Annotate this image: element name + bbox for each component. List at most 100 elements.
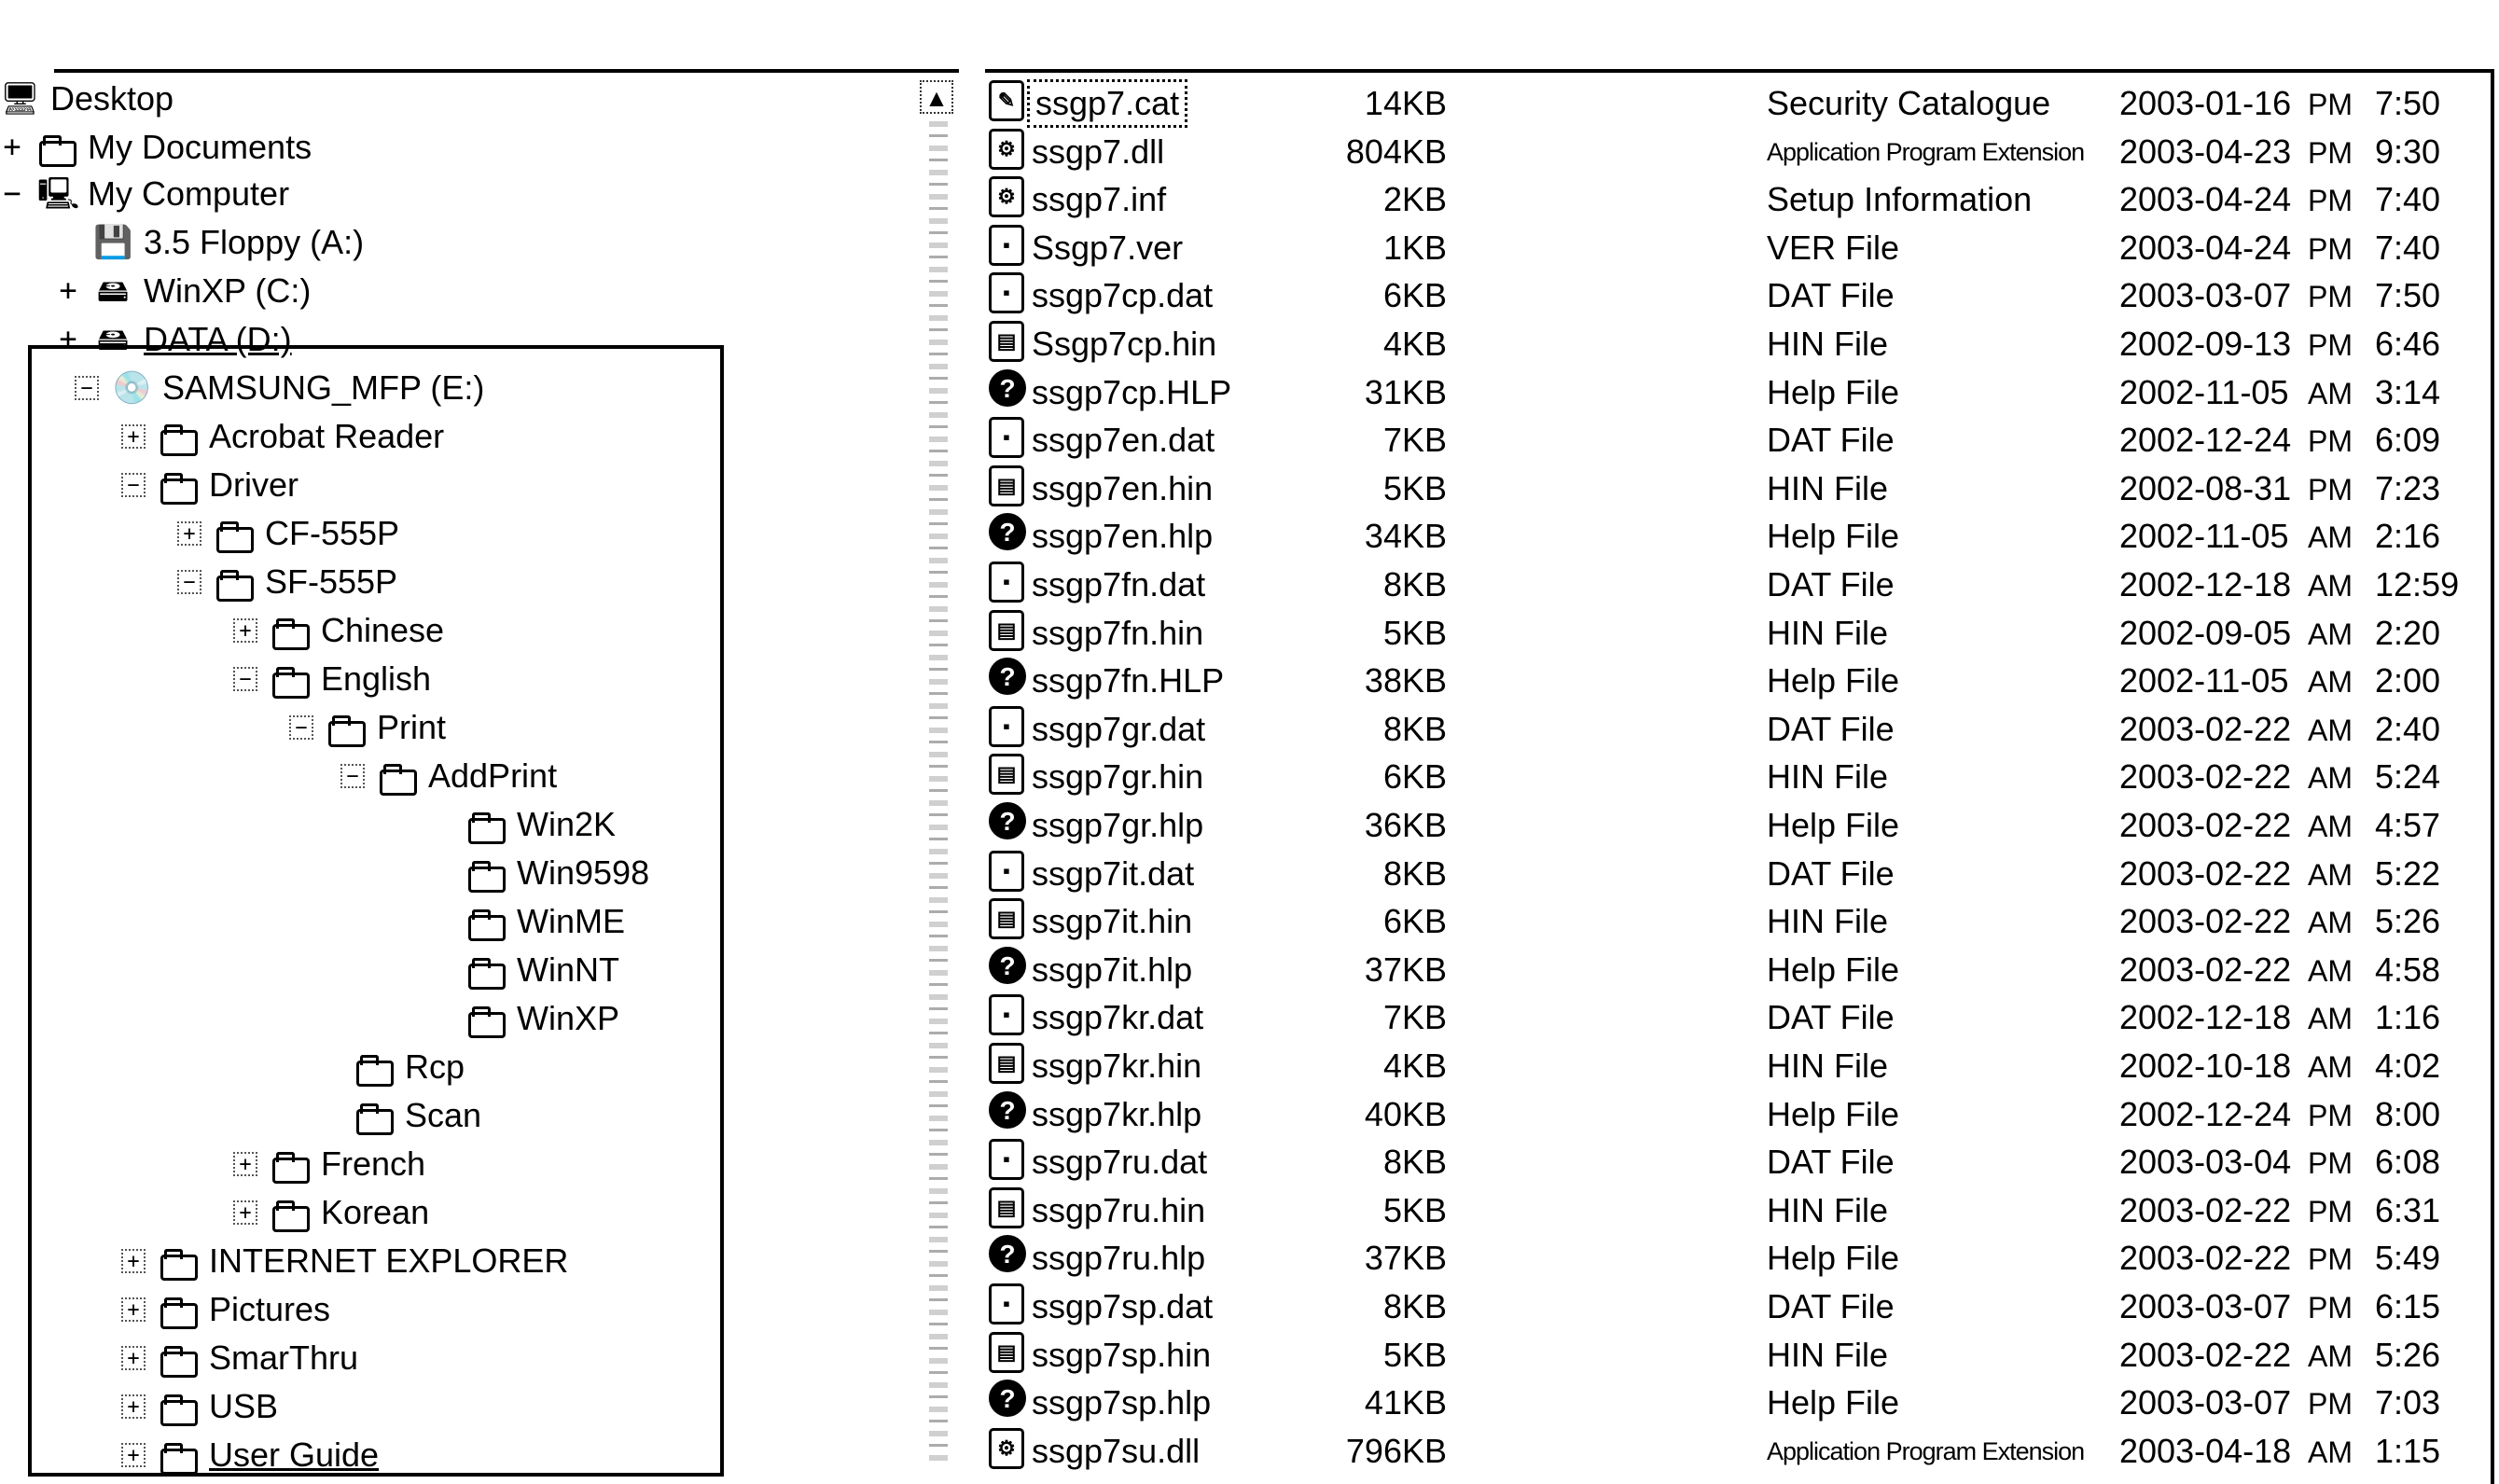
file-type: DAT File [1767, 1143, 1895, 1182]
file-row[interactable]: ▪ ssgp7ru.dat 8KB DAT File 2003-03-04 PM 6:08 [985, 1137, 2487, 1186]
file-row[interactable]: ▪ Ssgp7.ver 1KB VER File 2003-04-24 PM 7:40 [985, 223, 2487, 271]
file-ampm: AM [2308, 665, 2353, 700]
file-time: 7:50 [2375, 84, 2441, 122]
file-time: 4:57 [2375, 806, 2441, 844]
file-size: 5KB [1382, 613, 1447, 652]
file-name: ssgp7kr.hin [1032, 1047, 1202, 1085]
hin-file-icon: ▤ [989, 321, 1024, 362]
file-row[interactable]: ▪ ssgp7fn.dat 8KB DAT File 2002-12-18 AM 12:59 [985, 560, 2487, 608]
file-size: 6KB [1382, 276, 1447, 315]
file-ampm: PM [2308, 88, 2353, 121]
floppy-icon: 💾 [93, 225, 133, 260]
file-name: ssgp7kr.dat [1032, 998, 1204, 1037]
file-type: DAT File [1767, 709, 1895, 748]
file-row[interactable]: ⚙ ssgp7.dll 804KB Application Program Exten… [985, 127, 2487, 175]
tree-item[interactable]: + My Documents [0, 125, 312, 170]
file-name: ssgp7gr.hlp [1032, 806, 1204, 844]
file-date: 2003-03-07 [2119, 276, 2292, 315]
scroll-up-arrow-icon[interactable]: ▲ [920, 80, 953, 114]
file-time: 1:15 [2375, 1431, 2441, 1470]
file-row[interactable]: ▪ ssgp7kr.dat 7KB DAT File 2002-12-18 AM 1:16 [985, 992, 2487, 1041]
file-time: 6:46 [2375, 325, 2441, 363]
file-type: HIN File [1767, 1047, 1889, 1085]
generic-file-icon: ▪ [989, 705, 1024, 747]
generic-file-icon: ▪ [989, 1139, 1024, 1181]
file-row[interactable]: ⚙ ssgp7.inf 2KB Setup Information 2003-04-24… [985, 174, 2487, 223]
file-size: 2KB [1382, 180, 1447, 219]
file-time: 7:23 [2375, 468, 2441, 507]
file-type: HIN File [1767, 1190, 1889, 1229]
file-row[interactable]: ▤ ssgp7it.hin 6KB HIN File 2003-02-22 AM 5:26 [985, 896, 2487, 945]
file-size: 8KB [1382, 1143, 1447, 1182]
help-file-icon: ? [989, 946, 1026, 984]
collapse-toggle-icon[interactable]: − [0, 178, 24, 208]
generic-file-icon: ▪ [989, 272, 1024, 314]
file-row[interactable]: ▤ ssgp7sp.hin 5KB HIN File 2003-02-22 AM 5:26 [985, 1330, 2487, 1379]
file-row[interactable]: ▤ ssgp7en.hin 5KB HIN File 2002-08-31 PM 7:23 [985, 464, 2487, 512]
file-ampm: PM [2308, 1387, 2353, 1422]
file-row[interactable]: ? ssgp7ru.hlp 37KB Help File 2003-02-22 PM 5:4… [985, 1233, 2487, 1282]
tree-item[interactable]: − 🖳 My Computer [0, 172, 289, 216]
file-name: Ssgp7.ver [1032, 228, 1184, 267]
folder-icon [37, 132, 76, 167]
file-time: 1:16 [2375, 998, 2441, 1037]
file-size: 37KB [1364, 1239, 1447, 1278]
file-ampm: PM [2308, 1146, 2353, 1181]
file-time: 2:40 [2375, 709, 2441, 748]
file-size: 41KB [1364, 1383, 1447, 1422]
file-row[interactable]: ? ssgp7fn.HLP 38KB Help File 2002-11-05 AM 2:0… [985, 656, 2487, 704]
tree-item[interactable]: + 🖴 WinXP (C:) [56, 269, 311, 313]
tree-item[interactable]: 🖥 Desktop [0, 76, 174, 121]
file-name: ssgp7it.dat [1032, 853, 1195, 893]
file-ampm: AM [2308, 761, 2353, 796]
expand-toggle-icon[interactable]: + [56, 275, 80, 305]
file-type: Help File [1767, 1383, 1900, 1422]
file-type: Help File [1767, 517, 1900, 556]
file-name: ssgp7sp.dat [1032, 1287, 1214, 1325]
file-row[interactable]: ▪ ssgp7en.dat 7KB DAT File 2002-12-24 PM 6:09 [985, 415, 2487, 464]
file-row[interactable]: ▤ Ssgp7cp.hin 4KB HIN File 2002-09-13 PM 6:46 [985, 319, 2487, 368]
file-row[interactable]: ? ssgp7sp.hlp 41KB Help File 2003-03-07 PM 7:0… [985, 1378, 2487, 1426]
file-date: 2003-04-23 [2119, 132, 2292, 171]
file-date: 2003-02-22 [2119, 950, 2292, 989]
file-date: 2003-04-24 [2119, 180, 2292, 219]
file-row[interactable]: ? ssgp7kr.hlp 40KB Help File 2002-12-24 PM 8:0… [985, 1089, 2487, 1138]
file-name: ssgp7fn.dat [1032, 565, 1206, 603]
scroll-track[interactable] [929, 121, 948, 1464]
help-file-icon: ? [989, 1380, 1026, 1418]
file-row[interactable]: ? ssgp7en.hlp 34KB Help File 2002-11-05 AM 2:1… [985, 511, 2487, 560]
file-row[interactable]: ▪ ssgp7it.dat 8KB DAT File 2003-02-22 AM 5:22 [985, 849, 2487, 897]
catalog-file-icon: ✎ [989, 80, 1024, 121]
file-row[interactable]: ✎ ssgp7.cat 14KB Security Catalogue 2003-01-… [985, 78, 2487, 128]
file-size: 38KB [1364, 661, 1447, 700]
file-row[interactable]: ▪ ssgp7cp.dat 6KB DAT File 2003-03-07 PM 7:50 [985, 270, 2487, 319]
file-row[interactable]: ▤ ssgp7kr.hin 4KB HIN File 2002-10-18 AM 4:02 [985, 1041, 2487, 1089]
file-row[interactable]: ▤ ssgp7fn.hin 5KB HIN File 2002-09-05 AM 2:20 [985, 608, 2487, 657]
generic-file-icon: ▪ [989, 994, 1024, 1036]
file-row[interactable]: ⚙ ssgp7su.dll 796KB Application Program Ext… [985, 1426, 2487, 1475]
file-date: 2003-02-22 [2119, 1190, 2292, 1229]
file-name: ssgp7kr.hlp [1032, 1094, 1202, 1133]
file-row[interactable]: ? ssgp7it.hlp 37KB Help File 2003-02-22 AM 4:5… [985, 945, 2487, 993]
file-type: DAT File [1767, 1287, 1895, 1325]
vertical-scrollbar[interactable]: ▲ [920, 80, 957, 1475]
file-size: 37KB [1364, 950, 1447, 989]
file-time: 12:59 [2375, 565, 2460, 603]
file-ampm: PM [2308, 1194, 2353, 1228]
tree-item[interactable]: 💾 3.5 Floppy (A:) [56, 220, 364, 265]
file-row[interactable]: ▤ ssgp7gr.hin 6KB HIN File 2003-02-22 AM 5:24 [985, 752, 2487, 800]
help-file-icon: ? [989, 1235, 1026, 1273]
hin-file-icon: ▤ [989, 754, 1024, 796]
file-type: HIN File [1767, 1335, 1889, 1374]
file-ampm: PM [2308, 1098, 2353, 1132]
file-date: 2002-11-05 [2119, 372, 2289, 411]
file-row[interactable]: ? ssgp7gr.hlp 36KB Help File 2003-02-22 AM 4:5… [985, 800, 2487, 849]
file-size: 5KB [1382, 1190, 1447, 1229]
file-size: 6KB [1382, 902, 1447, 941]
file-row[interactable]: ▤ ssgp7ru.hin 5KB HIN File 2003-02-22 PM 6:31 [985, 1186, 2487, 1234]
file-row[interactable]: ? ssgp7cp.HLP 31KB Help File 2002-11-05 AM 3:1… [985, 368, 2487, 416]
file-date: 2003-02-22 [2119, 757, 2292, 797]
file-row[interactable]: ▪ ssgp7sp.dat 8KB DAT File 2003-03-07 PM 6:15 [985, 1282, 2487, 1330]
file-row[interactable]: ▪ ssgp7gr.dat 8KB DAT File 2003-02-22 AM 2:40 [985, 704, 2487, 753]
expand-toggle-icon[interactable]: + [0, 132, 24, 161]
